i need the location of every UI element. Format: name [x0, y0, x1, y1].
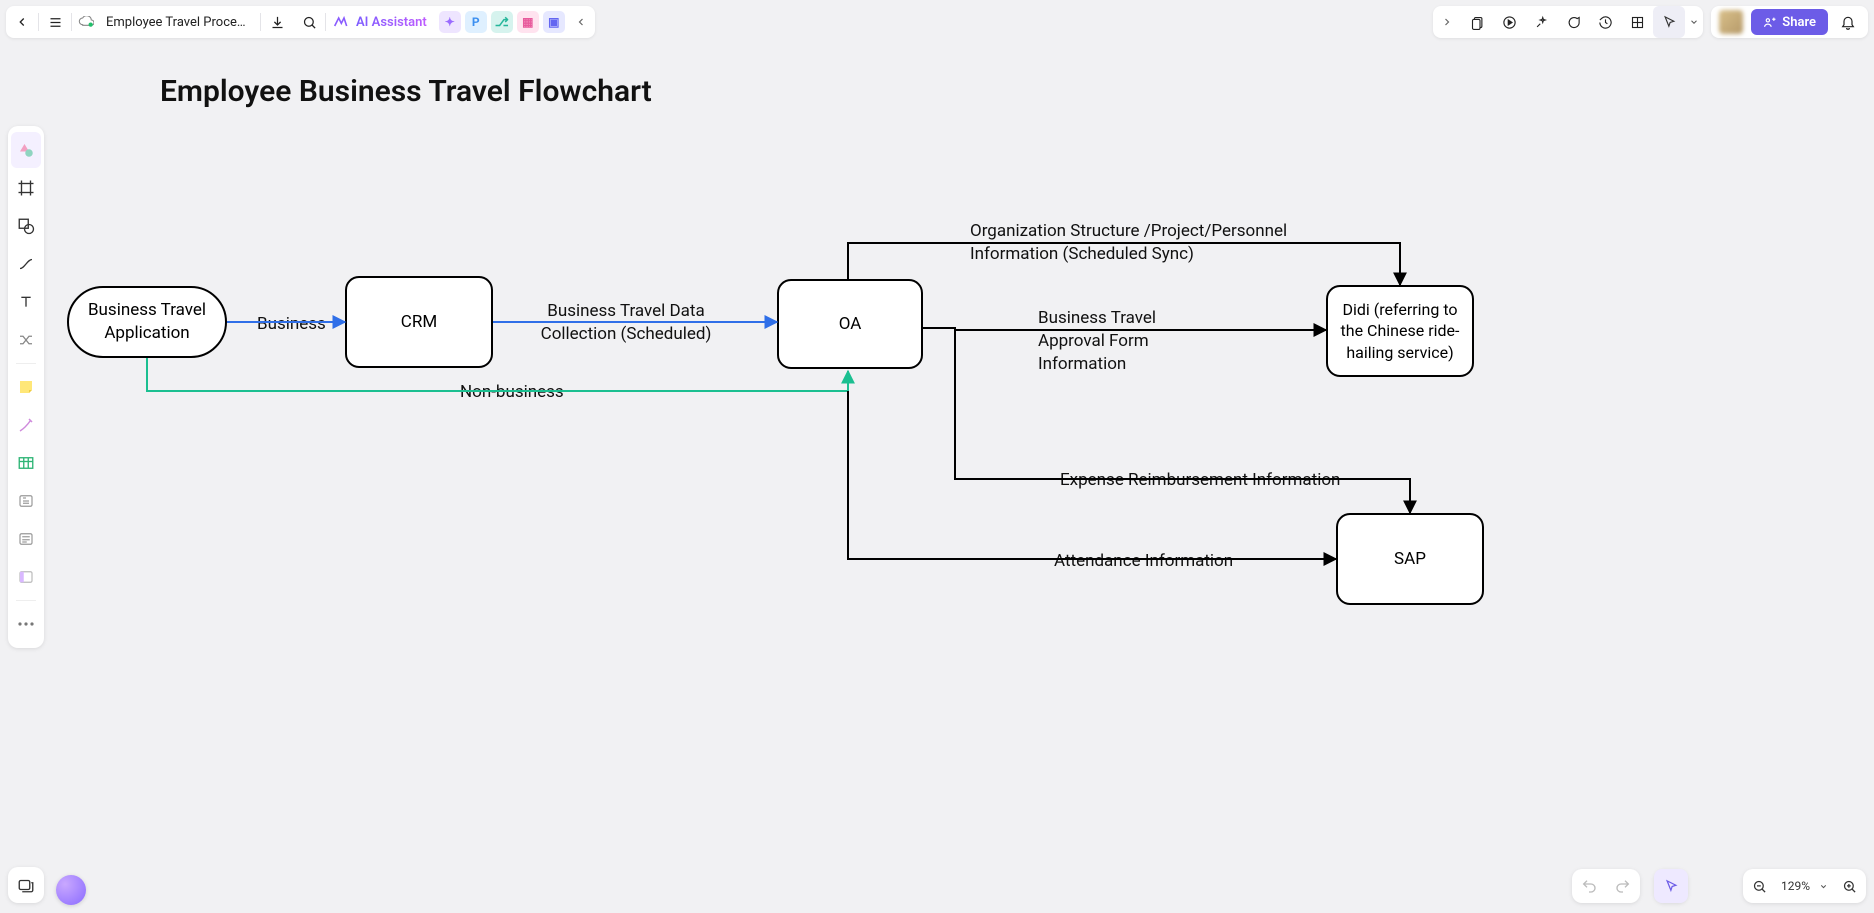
node-didi[interactable]: Didi (referring to the Chinese ride-hail…: [1326, 285, 1474, 377]
share-label: Share: [1782, 15, 1816, 30]
ai-badge-3[interactable]: ⎇: [491, 11, 513, 33]
edge-label-collect: Business Travel Data Collection (Schedul…: [536, 300, 716, 346]
zoom-in-button[interactable]: [1832, 869, 1866, 903]
ai-assistant-button[interactable]: AI Assistant: [354, 15, 437, 30]
collapse-left-button[interactable]: [567, 6, 595, 38]
ai-logo-icon: [326, 6, 354, 38]
edge-label-business: Business: [253, 313, 330, 336]
comment-icon[interactable]: [1557, 6, 1589, 38]
search-button[interactable]: [293, 6, 325, 38]
grid-icon[interactable]: [1621, 6, 1653, 38]
zoom-group: 129%: [1743, 869, 1866, 903]
back-button[interactable]: [6, 6, 38, 38]
ai-badge-2[interactable]: P: [465, 11, 487, 33]
topbar-right-tools: [1433, 6, 1703, 38]
panel-tool-button[interactable]: [11, 559, 41, 595]
share-button[interactable]: Share: [1751, 9, 1828, 35]
edge-label-approval: Business Travel Approval Form Informatio…: [1034, 307, 1224, 376]
topbar-right-user: Share: [1711, 6, 1868, 38]
pointer-mode-button[interactable]: [1654, 869, 1688, 903]
edge-label-nonbusiness: Non-business: [456, 381, 568, 404]
table-tool-button[interactable]: [11, 445, 41, 481]
frame-tool-button[interactable]: [11, 170, 41, 206]
cursor-tool-button[interactable]: [1653, 6, 1685, 38]
share-icon: [1763, 16, 1776, 29]
node-start[interactable]: Business Travel Application: [67, 286, 227, 358]
more-tools-button[interactable]: [11, 606, 41, 642]
diagram-title: Employee Business Travel Flowchart: [160, 74, 652, 109]
pointer-mode-group: [1654, 869, 1688, 903]
topbar-left: Employee Travel Process... AI Assistant …: [6, 6, 595, 38]
zoom-dropdown-toggle[interactable]: [1814, 882, 1832, 891]
connector-tool-button[interactable]: [11, 246, 41, 282]
text-tool-button[interactable]: [11, 284, 41, 320]
shapes-library-button[interactable]: [11, 132, 41, 168]
play-icon[interactable]: [1493, 6, 1525, 38]
edge-label-attendance: Attendance Information: [1050, 550, 1237, 573]
undo-redo-group: [1572, 869, 1640, 903]
user-avatar[interactable]: [1719, 10, 1743, 34]
canvas[interactable]: [0, 0, 1874, 913]
text-card-button[interactable]: [11, 483, 41, 519]
ai-badge-5[interactable]: ▣: [543, 11, 565, 33]
shape-tool-button[interactable]: [11, 208, 41, 244]
document-title[interactable]: Employee Travel Process...: [100, 15, 260, 30]
edge-label-expense: Expense Reimbursement Information: [1056, 469, 1344, 492]
edges-layer: [0, 0, 1874, 913]
node-sap[interactable]: SAP: [1336, 513, 1484, 605]
menu-button[interactable]: [39, 6, 71, 38]
redo-button[interactable]: [1606, 869, 1640, 903]
expand-right-button[interactable]: [1433, 6, 1461, 38]
ai-floating-button[interactable]: [56, 875, 86, 905]
history-icon[interactable]: [1589, 6, 1621, 38]
pen-tool-button[interactable]: [11, 407, 41, 443]
clipboard-icon[interactable]: [1461, 6, 1493, 38]
notifications-button[interactable]: [1832, 6, 1864, 38]
node-oa[interactable]: OA: [777, 279, 923, 369]
sticky-note-button[interactable]: [11, 369, 41, 405]
zoom-level-label[interactable]: 129%: [1777, 879, 1814, 893]
layers-panel-button[interactable]: [8, 867, 44, 903]
shuffle-tool-button[interactable]: [11, 322, 41, 358]
tool-dropdown-toggle[interactable]: [1685, 17, 1703, 27]
sync-status-icon: [72, 6, 100, 38]
zoom-out-button[interactable]: [1743, 869, 1777, 903]
ai-badge-4[interactable]: ▦: [517, 11, 539, 33]
undo-button[interactable]: [1572, 869, 1606, 903]
node-crm[interactable]: CRM: [345, 276, 493, 368]
list-tool-button[interactable]: [11, 521, 41, 557]
ai-badge-1[interactable]: ✦: [439, 11, 461, 33]
left-toolbar: [8, 126, 44, 648]
download-button[interactable]: [261, 6, 293, 38]
edge-label-org: Organization Structure /Project/Personne…: [966, 220, 1326, 266]
sparkle-icon[interactable]: [1525, 6, 1557, 38]
